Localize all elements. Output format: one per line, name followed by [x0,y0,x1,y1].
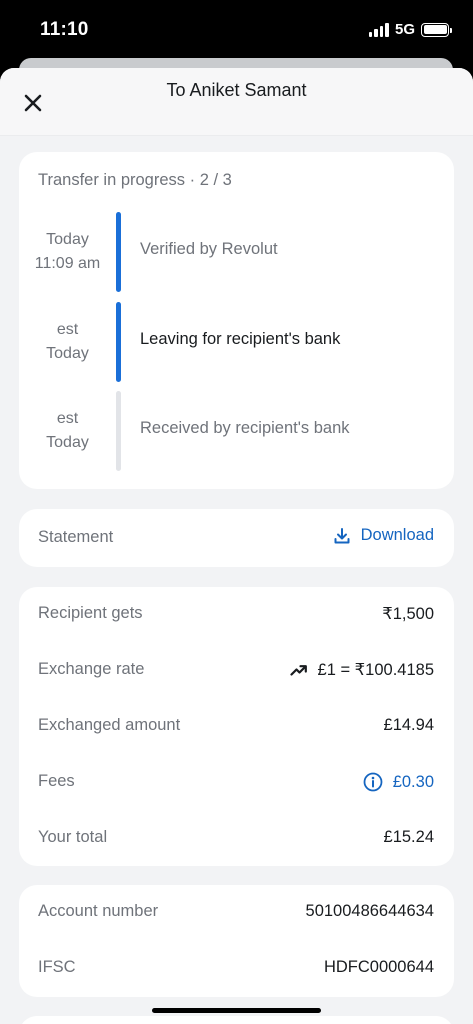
step-time: Today 11:09 am [19,228,116,276]
row-value: HDFC0000644 [324,958,434,977]
step-time: est Today [19,318,116,366]
transfer-progress-card: Transfer in progress · 2 / 3 Today 11:09… [19,152,454,489]
fees-row[interactable]: Fees £0.30 [19,755,454,811]
info-icon[interactable] [363,772,383,792]
step-progress-bar [116,302,121,382]
account-number-row[interactable]: Account number 50100486644634 [19,885,454,941]
step-time-line2: Today [46,345,89,362]
step-time-line2: 11:09 am [34,255,101,272]
step-progress-bar [116,212,121,292]
row-label: Recipient gets [38,604,143,622]
exchanged-amount-row: Exchanged amount £14.94 [19,699,454,755]
next-card [19,1016,454,1024]
progress-step: est Today Received by recipient's bank [19,391,454,471]
row-label: Account number [38,902,159,920]
row-value: £1 = ₹100.4185 [289,660,434,680]
account-number-value: 50100486644634 [305,902,434,920]
battery-icon [421,22,452,37]
progress-title: Transfer in progress · 2 / 3 [38,171,232,189]
step-progress-bar [116,391,121,471]
row-value[interactable]: £0.30 [363,772,434,792]
step-time: est Today [19,407,116,455]
status-icons: 5G [368,21,452,38]
row-value: 50100486644634 [306,902,434,921]
exchange-rate-value: £1 = ₹100.4185 [317,661,434,679]
step-time-line1: est [56,321,79,338]
row-value: £15.24 [384,828,434,847]
transfer-sheet: To Aniket Samant Transfer in progress · … [0,68,473,1024]
row-label: Fees [38,772,75,790]
exchanged-amount-value: £14.94 [383,716,434,734]
account-details-card: Account number 50100486644634 IFSC HDFC0… [19,885,454,997]
recipient-gets-value: ₹1,500 [382,605,434,623]
statement-label: Statement [38,528,114,546]
download-label: Download [360,526,434,544]
total-value: £15.24 [383,828,434,846]
ifsc-row[interactable]: IFSC HDFC0000644 [19,941,454,997]
step-time-line1: est [56,410,79,427]
row-value: £14.94 [384,716,434,735]
step-time-line1: Today [46,231,89,248]
exchange-rate-row: Exchange rate £1 = ₹100.4185 [19,643,454,699]
status-bar: 11:10 5G [0,0,473,60]
sheet-header: To Aniket Samant [0,68,473,136]
row-value: ₹1,500 [382,604,434,624]
step-label: Verified by Revolut [140,240,278,258]
progress-step: est Today Leaving for recipient's bank [19,302,454,382]
row-label: Exchange rate [38,660,145,678]
statement-card: Statement Download [19,509,454,567]
recipient-gets-row: Recipient gets ₹1,500 [19,587,454,643]
step-label: Received by recipient's bank [140,419,350,437]
step-label: Leaving for recipient's bank [140,330,341,348]
status-time: 11:10 [40,19,89,40]
page-title: To Aniket Samant [166,80,307,100]
row-label: Exchanged amount [38,716,181,734]
row-label: IFSC [38,958,76,976]
total-row: Your total £15.24 [19,811,454,867]
step-time-line2: Today [46,434,89,451]
home-indicator[interactable] [152,1008,321,1013]
trending-up-icon [289,665,307,676]
network-type: 5G [394,21,415,38]
progress-step: Today 11:09 am Verified by Revolut [19,212,454,292]
transfer-details-card: Recipient gets ₹1,500 Exchange rate £1 =… [19,587,454,866]
row-label: Your total [38,828,108,846]
download-icon [334,527,350,543]
download-button[interactable]: Download [333,526,434,545]
fees-value: £0.30 [392,772,434,791]
signal-icon [368,22,389,37]
ifsc-value: HDFC0000644 [323,958,434,976]
